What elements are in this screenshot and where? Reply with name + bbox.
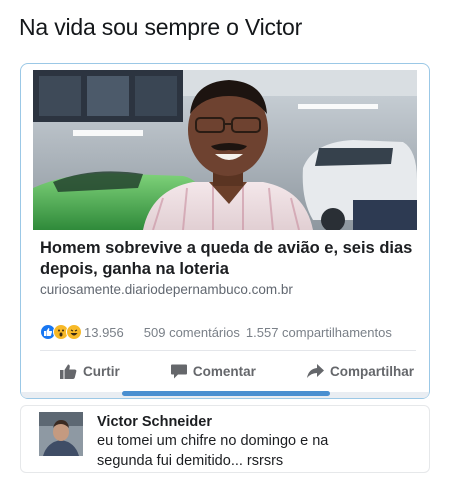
comment-card: Victor Schneider eu tomei um chifre no d… [20, 405, 430, 473]
haha-icon [66, 324, 82, 340]
comment-count[interactable]: 509 comentários [144, 325, 240, 340]
comment-text-line-2: segunda fui demitido... rsrsrs [97, 453, 284, 469]
comment-button[interactable]: Comentar [170, 363, 256, 379]
comment-text-line-1: eu tomei um chifre no domingo e na [97, 433, 329, 449]
share-label: Compartilhar [329, 363, 414, 379]
article-photo[interactable] [33, 70, 417, 230]
meme-caption: Na vida sou sempre o Victor [19, 14, 303, 40]
comment-body: Victor Schneider eu tomei um chifre no d… [97, 413, 417, 471]
comment-author[interactable]: Victor Schneider [97, 413, 417, 431]
reaction-icons[interactable] [40, 324, 82, 340]
reaction-count[interactable]: 13.956 [84, 325, 124, 340]
article-headline[interactable]: Homem sobrevive a queda de avião e, seis… [40, 238, 416, 280]
share-count[interactable]: 1.557 compartilhamentos [246, 325, 392, 340]
headline-line-2: depois, ganha na loteria [40, 260, 229, 278]
reactions-bar: 13.956 509 comentários 1.557 compartilha… [40, 322, 416, 342]
comment-bubble-icon [170, 364, 187, 378]
avatar[interactable] [39, 412, 83, 456]
headline-line-1: Homem sobrevive a queda de avião e, seis… [40, 239, 413, 257]
share-arrow-icon [306, 364, 324, 378]
like-button[interactable]: Curtir [60, 364, 120, 379]
avatar-photo [39, 412, 83, 456]
scroll-indicator [122, 391, 330, 396]
like-label: Curtir [83, 363, 120, 379]
share-button[interactable]: Compartilhar [306, 363, 414, 379]
actions-divider [40, 350, 416, 351]
post-actions: Curtir Comentar Compartilhar [40, 358, 416, 384]
car-showroom-man-image [33, 70, 417, 230]
link-preview[interactable]: Homem sobrevive a queda de avião e, seis… [40, 238, 416, 297]
comment-label: Comentar [192, 363, 256, 379]
thumbs-up-icon [60, 364, 77, 379]
article-domain: curiosamente.diariodepernambuco.com.br [40, 282, 293, 297]
